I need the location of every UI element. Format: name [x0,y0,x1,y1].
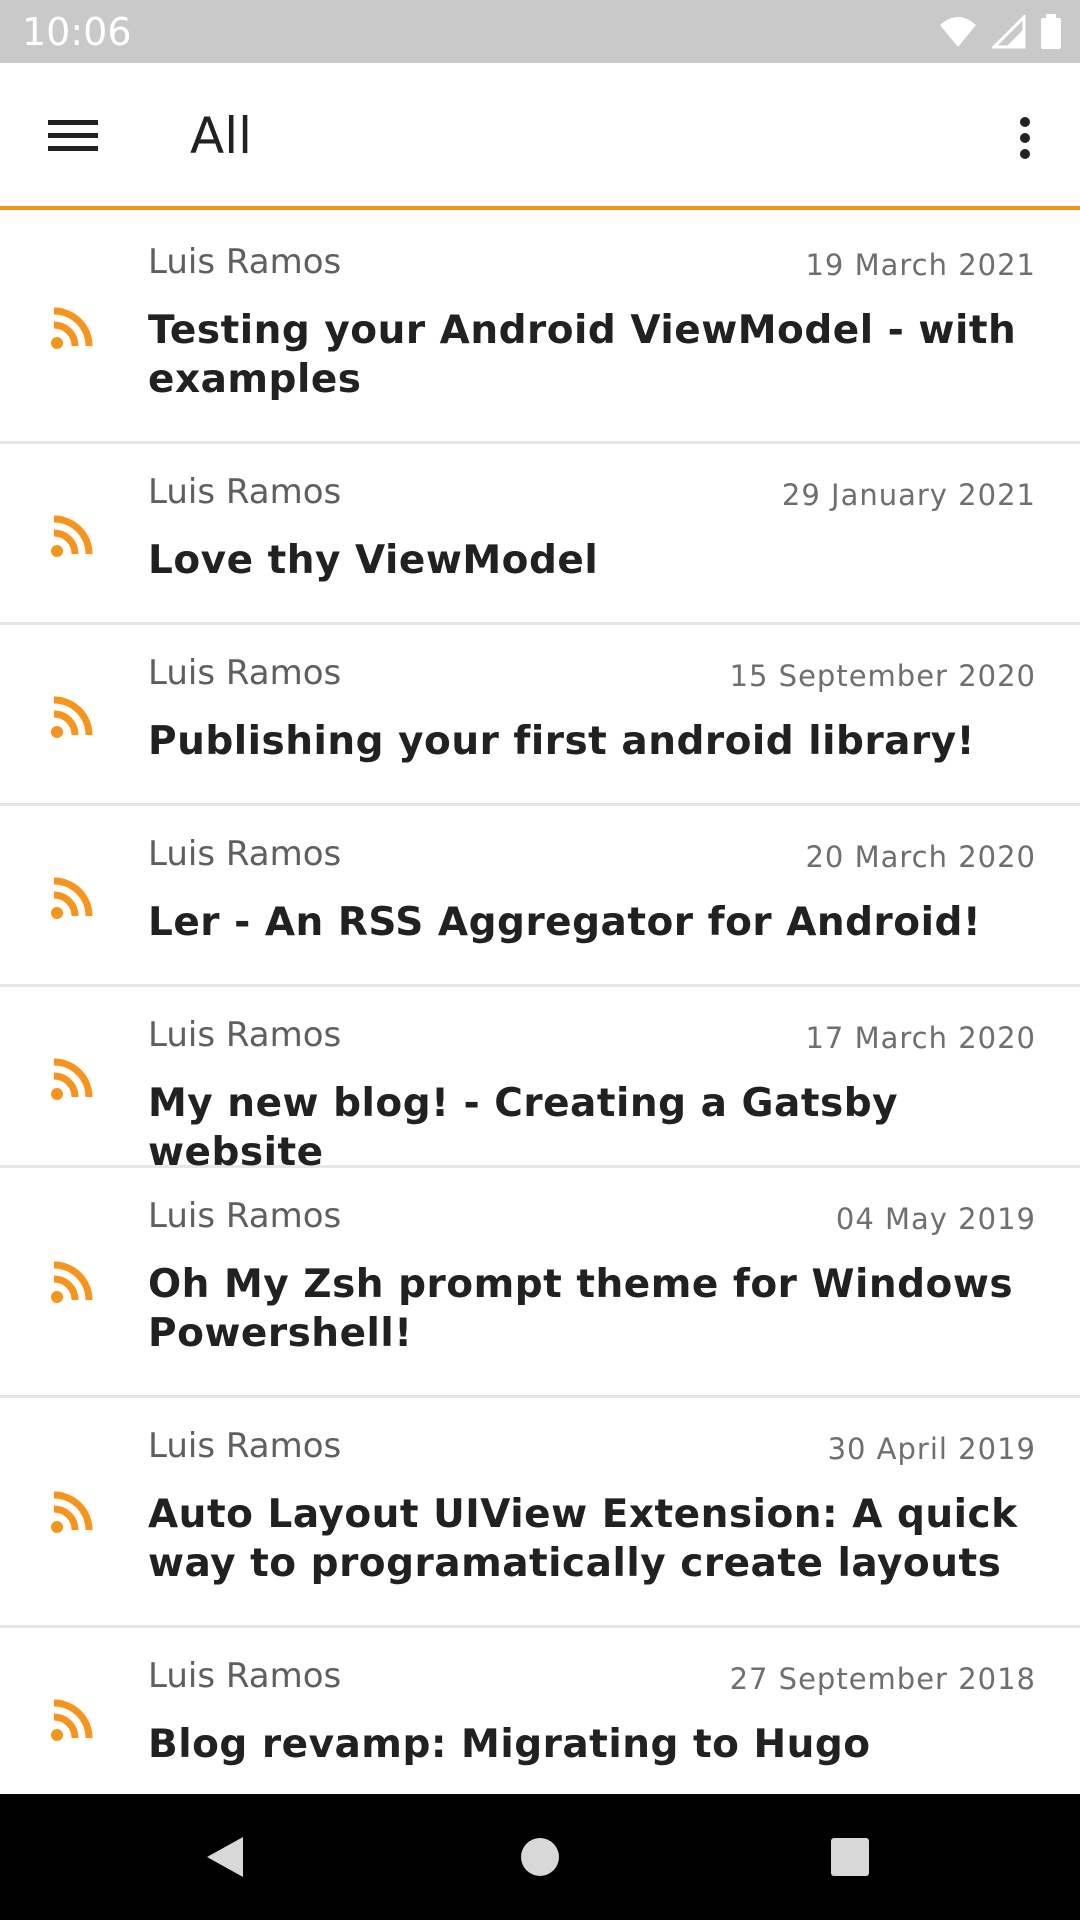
feed-item-date: 15 September 2020 [729,659,1036,693]
rss-icon [51,696,93,738]
signal-icon [992,15,1026,49]
rss-icon [51,515,93,557]
feed-item-date: 17 March 2020 [805,1021,1036,1055]
feed-item-title: Love thy ViewModel [148,538,599,583]
battery-icon [1041,14,1061,49]
more-vert-icon [1020,117,1030,159]
feed-item-date: 04 May 2019 [835,1202,1036,1236]
back-button[interactable] [190,1824,260,1890]
feed-item[interactable]: Luis Ramos 27 September 2018 Blog revamp… [0,1628,1080,1794]
feed-item[interactable]: Luis Ramos 30 April 2019 Auto Layout UIV… [0,1398,1080,1628]
status-icons [938,12,1062,52]
feed-item-date: 30 April 2019 [827,1432,1036,1466]
feed-item-title: Auto Layout UIView Extension: A quick wa… [148,1492,1018,1586]
home-icon [521,1838,559,1876]
feed-item-author: Luis Ramos [148,242,342,282]
rss-icon [51,1699,93,1741]
rss-icon [51,877,93,919]
feed-item[interactable]: Luis Ramos 04 May 2019 Oh My Zsh prompt … [0,1168,1080,1398]
status-bar: 10:06 [0,0,1080,63]
feed-item-title: Ler - An RSS Aggregator for Android! [148,900,982,945]
feed-item[interactable]: Luis Ramos 29 January 2021 Love thy View… [0,444,1080,625]
feed-item-title: Testing your Android ViewModel - with ex… [148,308,1017,402]
feed-item-author: Luis Ramos [148,1656,342,1696]
rss-icon [51,307,93,349]
feed-item[interactable]: Luis Ramos 19 March 2021 Testing your An… [0,214,1080,444]
overflow-menu-button[interactable] [990,103,1060,173]
wifi-icon [940,17,976,47]
feed-item-date: 19 March 2021 [805,248,1036,282]
feed-item-author: Luis Ramos [148,834,342,874]
feed-item-title: Blog revamp: Migrating to Hugo [148,1722,871,1767]
status-time: 10:06 [22,10,132,54]
page-title: All [190,107,252,165]
rss-icon [51,1058,93,1100]
system-nav-bar [0,1794,1080,1920]
feed-item-date: 27 September 2018 [729,1662,1036,1696]
recents-button[interactable] [815,1824,885,1890]
feed-list: Luis Ramos 19 March 2021 Testing your An… [0,214,1080,1794]
feed-item-author: Luis Ramos [148,1015,342,1055]
feed-item-author: Luis Ramos [148,653,342,693]
feed-item-title: Publishing your first android library! [148,719,975,764]
recents-icon [831,1838,869,1876]
home-button[interactable] [505,1824,575,1890]
feed-item-title: My new blog! - Creating a Gatsby website [148,1081,899,1175]
back-icon [207,1837,243,1877]
feed-item-author: Luis Ramos [148,1196,342,1236]
menu-button[interactable] [30,101,116,171]
feed-item-author: Luis Ramos [148,1426,342,1466]
feed-item-date: 20 March 2020 [805,840,1036,874]
feed-item[interactable]: Luis Ramos 17 March 2020 My new blog! - … [0,987,1080,1175]
rss-icon [51,1261,93,1303]
feed-item-date: 29 January 2021 [781,478,1036,512]
app-bar: All [0,63,1080,210]
feed-item[interactable]: Luis Ramos 20 March 2020 Ler - An RSS Ag… [0,806,1080,987]
feed-item-title: Oh My Zsh prompt theme for Windows Power… [148,1262,1014,1356]
feed-item-author: Luis Ramos [148,472,342,512]
hamburger-menu-icon [48,120,98,151]
feed-item[interactable]: Luis Ramos 15 September 2020 Publishing … [0,625,1080,806]
rss-icon [51,1491,93,1533]
